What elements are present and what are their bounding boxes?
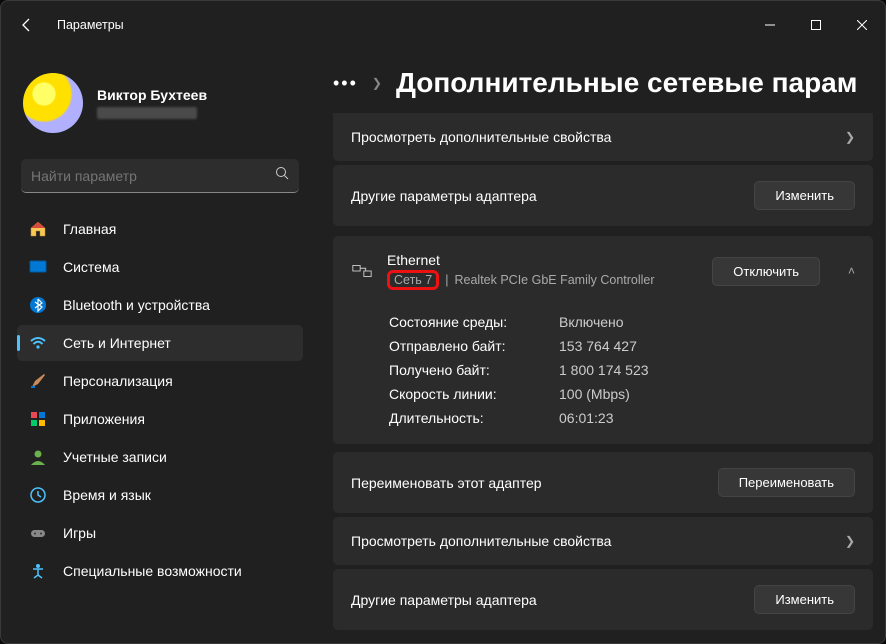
page-title: Дополнительные сетевые парам [396, 67, 858, 99]
apps-icon [29, 410, 47, 428]
nav-item-home[interactable]: Главная [17, 211, 303, 247]
access-icon [29, 562, 47, 580]
home-icon [29, 220, 47, 238]
row-other-adapter-params-2[interactable]: Другие параметры адаптера Изменить [333, 569, 873, 630]
close-button[interactable] [839, 9, 885, 41]
nav-label: Система [63, 259, 119, 275]
profile-email [97, 107, 197, 119]
nav-label: Специальные возможности [63, 563, 242, 579]
profile-name: Виктор Бухтеев [97, 87, 207, 103]
nav-label: Bluetooth и устройства [63, 297, 210, 313]
nav-item-time[interactable]: Время и язык [17, 477, 303, 513]
back-button[interactable] [19, 17, 35, 33]
nav-label: Учетные записи [63, 449, 167, 465]
rename-button[interactable]: Переименовать [718, 468, 855, 497]
account-icon [29, 448, 47, 466]
nav-label: Главная [63, 221, 116, 237]
nav-list: Главная Система Bluetooth и устройства Сеть… [17, 211, 303, 589]
minimize-button[interactable] [747, 9, 793, 41]
disable-button[interactable]: Отключить [712, 257, 820, 286]
chevron-right-icon: ❯ [845, 534, 855, 548]
system-icon [29, 258, 47, 276]
search-box[interactable] [21, 159, 299, 193]
chevron-up-icon[interactable]: ˄ [848, 264, 855, 278]
sidebar: Виктор Бухтеев Главная Система Bluetooth и… [1, 49, 315, 643]
search-icon [275, 166, 289, 185]
nav-item-bluetooth[interactable]: Bluetooth и устройства [17, 287, 303, 323]
row-rename-adapter[interactable]: Переименовать этот адаптер Переименовать [333, 452, 873, 513]
nav-label: Сеть и Интернет [63, 335, 171, 351]
avatar [23, 73, 83, 133]
bluetooth-icon [29, 296, 47, 314]
maximize-button[interactable] [793, 9, 839, 41]
row-other-adapter-params[interactable]: Другие параметры адаптера Изменить [333, 165, 873, 226]
nav-item-apps[interactable]: Приложения [17, 401, 303, 437]
gaming-icon [29, 524, 47, 542]
chevron-right-icon: ❯ [372, 76, 382, 90]
profile-block[interactable]: Виктор Бухтеев [17, 67, 303, 151]
adapter-details: Состояние среды:Включено Отправлено байт… [333, 306, 873, 444]
breadcrumb-more[interactable]: ••• [333, 73, 358, 94]
change-button[interactable]: Изменить [754, 181, 855, 210]
adapter-card: Ethernet Сеть 7 | Realtek PCIe GbE Famil… [333, 236, 873, 444]
adapter-name: Ethernet [387, 252, 698, 268]
row-view-properties[interactable]: Просмотреть дополнительные свойства ❯ [333, 113, 873, 161]
wifi-icon [29, 334, 47, 352]
brush-icon [29, 372, 47, 390]
ethernet-icon [351, 260, 373, 282]
network-name-highlighted: Сеть 7 [387, 270, 439, 290]
row-view-properties-2[interactable]: Просмотреть дополнительные свойства ❯ [333, 517, 873, 565]
time-icon [29, 486, 47, 504]
window-title: Параметры [57, 18, 124, 32]
search-input[interactable] [31, 168, 275, 184]
nav-item-gaming[interactable]: Игры [17, 515, 303, 551]
titlebar: Параметры [1, 1, 885, 49]
breadcrumb: ••• ❯ Дополнительные сетевые парам [333, 67, 877, 99]
nav-item-accounts[interactable]: Учетные записи [17, 439, 303, 475]
nav-item-personal[interactable]: Персонализация [17, 363, 303, 399]
nav-item-network[interactable]: Сеть и Интернет [17, 325, 303, 361]
change-button-2[interactable]: Изменить [754, 585, 855, 614]
adapter-header[interactable]: Ethernet Сеть 7 | Realtek PCIe GbE Famil… [333, 236, 873, 306]
nav-label: Персонализация [63, 373, 173, 389]
main-panel: ••• ❯ Дополнительные сетевые парам Просм… [315, 49, 885, 643]
nav-label: Приложения [63, 411, 145, 427]
nav-item-system[interactable]: Система [17, 249, 303, 285]
chevron-right-icon: ❯ [845, 130, 855, 144]
nav-item-access[interactable]: Специальные возможности [17, 553, 303, 589]
adapter-hardware: Realtek PCIe GbE Family Controller [454, 273, 654, 287]
nav-label: Игры [63, 525, 96, 541]
settings-window: Параметры Виктор Бухтеев Главная Система B… [0, 0, 886, 644]
nav-label: Время и язык [63, 487, 151, 503]
